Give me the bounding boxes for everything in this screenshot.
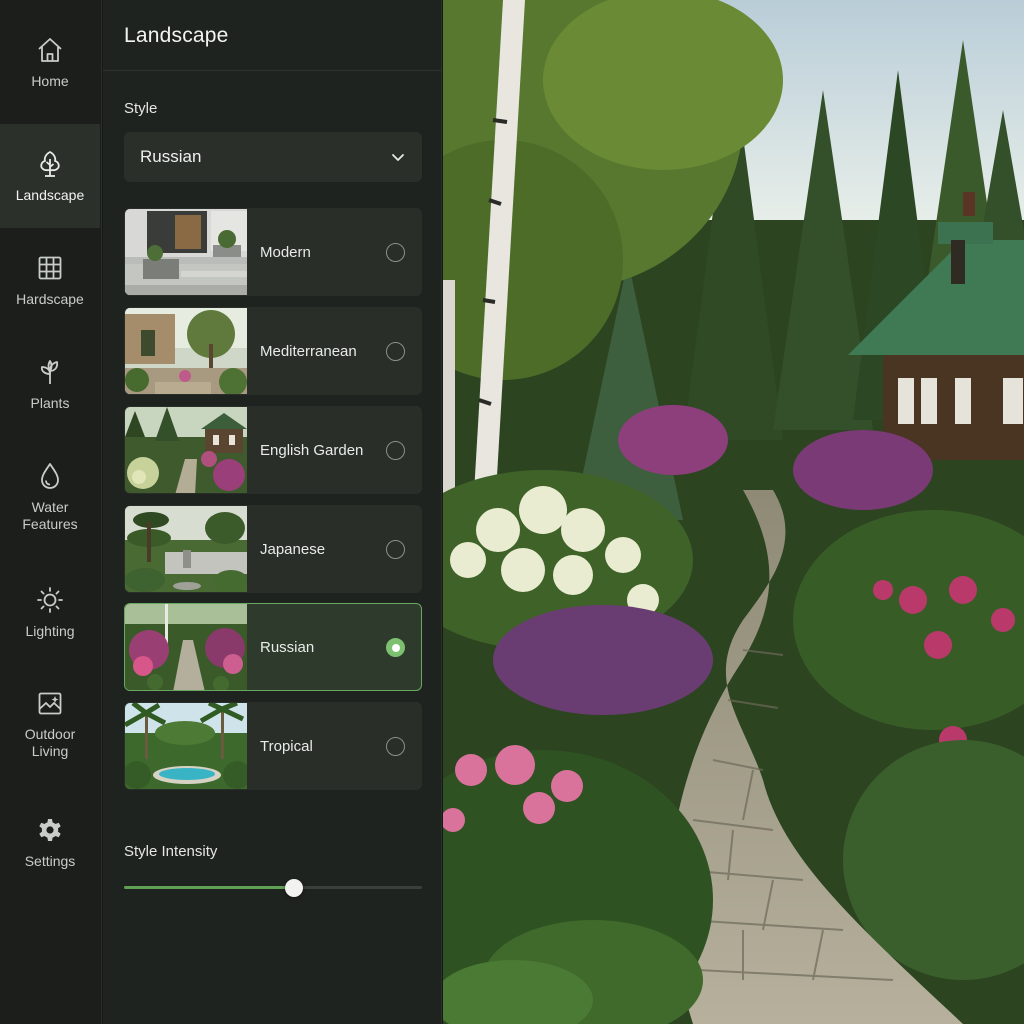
panel-header: Landscape: [103, 0, 441, 71]
nav-label-plants: Plants: [30, 394, 70, 411]
style-card-japanese[interactable]: Japanese: [124, 505, 422, 593]
style-card-tropical[interactable]: Tropical: [124, 702, 422, 790]
slider-thumb[interactable]: [284, 879, 303, 897]
style-card-label: Tropical: [260, 737, 313, 755]
style-card-label: English Garden: [260, 441, 364, 459]
style-intensity-slider[interactable]: [124, 878, 422, 898]
style-dropdown-value: Russian: [140, 147, 202, 166]
style-radio-japanese[interactable]: [386, 540, 405, 559]
nav-label-water-features: Water Features: [22, 499, 78, 532]
grid-icon: [35, 253, 65, 283]
style-radio-russian[interactable]: [386, 638, 405, 657]
nav-item-hardscape[interactable]: Hardscape: [0, 228, 100, 332]
russian-thumbnail: [125, 604, 247, 690]
style-card-mediterranean[interactable]: Mediterranean: [124, 307, 422, 395]
style-card-modern[interactable]: Modern: [124, 208, 422, 296]
style-radio-tropical[interactable]: [386, 737, 405, 756]
nav-label-settings: Settings: [24, 852, 76, 869]
gear-icon: [35, 815, 65, 845]
japanese-thumbnail: [125, 506, 247, 592]
tree-icon: [35, 149, 65, 179]
slider-fill: [124, 886, 294, 889]
nav-rail: Home Landscape Hardscape Plants Water Fe…: [0, 0, 102, 1024]
nav-item-water-features[interactable]: Water Features: [0, 445, 100, 549]
landscape-panel: Landscape Style Russian Modern Mediterra…: [103, 0, 442, 1024]
nav-item-home[interactable]: Home: [0, 10, 100, 114]
nav-label-landscape: Landscape: [15, 186, 85, 203]
sun-icon: [35, 585, 65, 615]
image-sparkle-icon: [35, 688, 65, 718]
style-radio-english-garden[interactable]: [386, 441, 405, 460]
english-garden-thumbnail: [125, 407, 247, 493]
style-radio-modern[interactable]: [386, 243, 405, 262]
style-label: Style: [124, 100, 158, 117]
water-drop-icon: [35, 461, 65, 491]
chevron-down-icon: [390, 149, 406, 165]
nav-item-outdoor-living[interactable]: Outdoor Living: [0, 672, 100, 776]
tropical-thumbnail: [125, 703, 247, 789]
nav-label-hardscape: Hardscape: [16, 290, 84, 307]
style-card-english-garden[interactable]: English Garden: [124, 406, 422, 494]
style-card-label: Russian: [260, 638, 315, 656]
nav-item-lighting[interactable]: Lighting: [0, 560, 100, 664]
style-card-label: Modern: [260, 243, 311, 261]
style-dropdown[interactable]: Russian: [124, 132, 422, 182]
style-card-russian[interactable]: Russian: [124, 603, 422, 691]
nav-item-settings[interactable]: Settings: [0, 790, 100, 894]
style-card-label: Mediterranean: [260, 342, 357, 360]
modern-thumbnail: [125, 209, 247, 295]
mediterranean-thumbnail: [125, 308, 247, 394]
garden-preview-image: [443, 0, 1024, 1024]
style-intensity-label: Style Intensity: [124, 843, 218, 860]
style-radio-mediterranean[interactable]: [386, 342, 405, 361]
home-icon: [35, 35, 65, 65]
style-card-label: Japanese: [260, 540, 326, 558]
nav-item-landscape[interactable]: Landscape: [0, 124, 100, 228]
nav-label-outdoor-living: Outdoor Living: [24, 726, 76, 759]
nav-label-home: Home: [31, 72, 69, 89]
sprout-icon: [35, 357, 65, 387]
panel-title: Landscape: [124, 24, 229, 47]
nav-item-plants[interactable]: Plants: [0, 332, 100, 436]
nav-label-lighting: Lighting: [25, 622, 75, 639]
